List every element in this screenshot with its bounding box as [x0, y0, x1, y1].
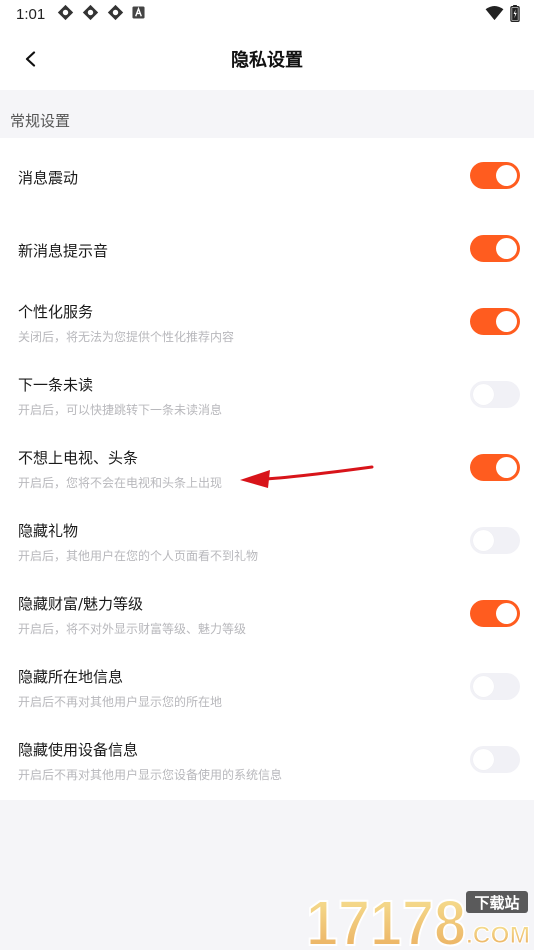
- navigation-header: 隐私设置: [0, 28, 534, 90]
- toggle-switch[interactable]: [470, 454, 520, 481]
- toggle-switch[interactable]: [470, 527, 520, 554]
- toggle-switch[interactable]: [470, 746, 520, 773]
- toggle-knob: [496, 165, 517, 186]
- status-icons-left: [57, 4, 145, 25]
- setting-description: 开启后不再对其他用户显示您的所在地: [18, 695, 223, 709]
- toggle-switch[interactable]: [470, 673, 520, 700]
- setting-row-personalized-service: 个性化服务 关闭后，将无法为您提供个性化推荐内容: [0, 284, 534, 357]
- toggle-knob: [473, 749, 494, 770]
- setting-row-new-message-sound: 新消息提示音: [0, 211, 534, 284]
- battery-charging-icon: [510, 5, 520, 26]
- settings-list: 消息震动 新消息提示音 个性化服务 关闭后，将无法为您提供个性化推荐内容 下一条…: [0, 138, 534, 800]
- setting-description: 开启后，可以快捷跳转下一条未读消息: [18, 403, 223, 417]
- setting-title: 不想上电视、头条: [18, 449, 139, 467]
- setting-description: 开启后，将不对外显示财富等级、魅力等级: [18, 622, 247, 636]
- toggle-knob: [473, 384, 494, 405]
- notification-icon: [82, 4, 99, 25]
- section-header: 常规设置: [0, 90, 534, 138]
- toggle-switch[interactable]: [470, 235, 520, 262]
- toggle-switch[interactable]: [470, 600, 520, 627]
- watermark-logo: 17178 下载站 .COM: [305, 886, 531, 950]
- setting-row-next-unread: 下一条未读 开启后，可以快捷跳转下一条未读消息: [0, 357, 534, 430]
- setting-row-hide-from-tv-headlines: 不想上电视、头条 开启后，您将不会在电视和头条上出现: [0, 430, 534, 503]
- setting-title: 隐藏财富/魅力等级: [18, 595, 144, 613]
- setting-title: 下一条未读: [18, 376, 94, 394]
- setting-title: 个性化服务: [18, 303, 94, 321]
- a-badge-icon: [132, 5, 145, 23]
- setting-title: 消息震动: [18, 169, 79, 187]
- status-bar: 1:01: [0, 0, 534, 28]
- setting-row-message-vibration: 消息震动: [0, 138, 534, 211]
- setting-description: 开启后，您将不会在电视和头条上出现: [18, 476, 223, 490]
- setting-row-hide-device-info: 隐藏使用设备信息 开启后不再对其他用户显示您设备使用的系统信息: [0, 722, 534, 795]
- toggle-knob: [473, 676, 494, 697]
- setting-title: 隐藏使用设备信息: [18, 741, 139, 759]
- watermark-domain: .COM: [466, 922, 530, 949]
- page-title: 隐私设置: [231, 50, 303, 71]
- setting-description: 开启后不再对其他用户显示您设备使用的系统信息: [18, 768, 283, 782]
- toggle-knob: [496, 603, 517, 624]
- setting-title: 隐藏礼物: [18, 522, 79, 540]
- toggle-knob: [496, 238, 517, 259]
- toggle-knob: [496, 311, 517, 332]
- section-title: 常规设置: [10, 112, 71, 130]
- privacy-settings-screen: 1:01 隐私设置 常规设置 消息震动 新消息提示音 个性化服务 关闭后，将无法…: [0, 0, 534, 950]
- notification-icon: [57, 4, 74, 25]
- toggle-knob: [473, 530, 494, 551]
- setting-description: 关闭后，将无法为您提供个性化推荐内容: [18, 330, 235, 344]
- setting-row-hide-wealth-charm-level: 隐藏财富/魅力等级 开启后，将不对外显示财富等级、魅力等级: [0, 576, 534, 649]
- setting-row-hide-gifts: 隐藏礼物 开启后，其他用户在您的个人页面看不到礼物: [0, 503, 534, 576]
- toggle-switch[interactable]: [470, 162, 520, 189]
- watermark-number: 17178: [306, 887, 466, 950]
- status-time: 1:01: [16, 5, 46, 23]
- status-icons-right: [485, 5, 520, 26]
- toggle-switch[interactable]: [470, 308, 520, 335]
- setting-row-hide-location: 隐藏所在地信息 开启后不再对其他用户显示您的所在地: [0, 649, 534, 722]
- setting-title: 新消息提示音: [18, 242, 109, 260]
- setting-title: 隐藏所在地信息: [18, 668, 124, 686]
- watermark-badge: 下载站: [474, 894, 519, 912]
- setting-description: 开启后，其他用户在您的个人页面看不到礼物: [18, 549, 259, 563]
- toggle-switch[interactable]: [470, 381, 520, 408]
- notification-icon: [107, 4, 124, 25]
- wifi-icon: [485, 6, 504, 25]
- toggle-knob: [496, 457, 517, 478]
